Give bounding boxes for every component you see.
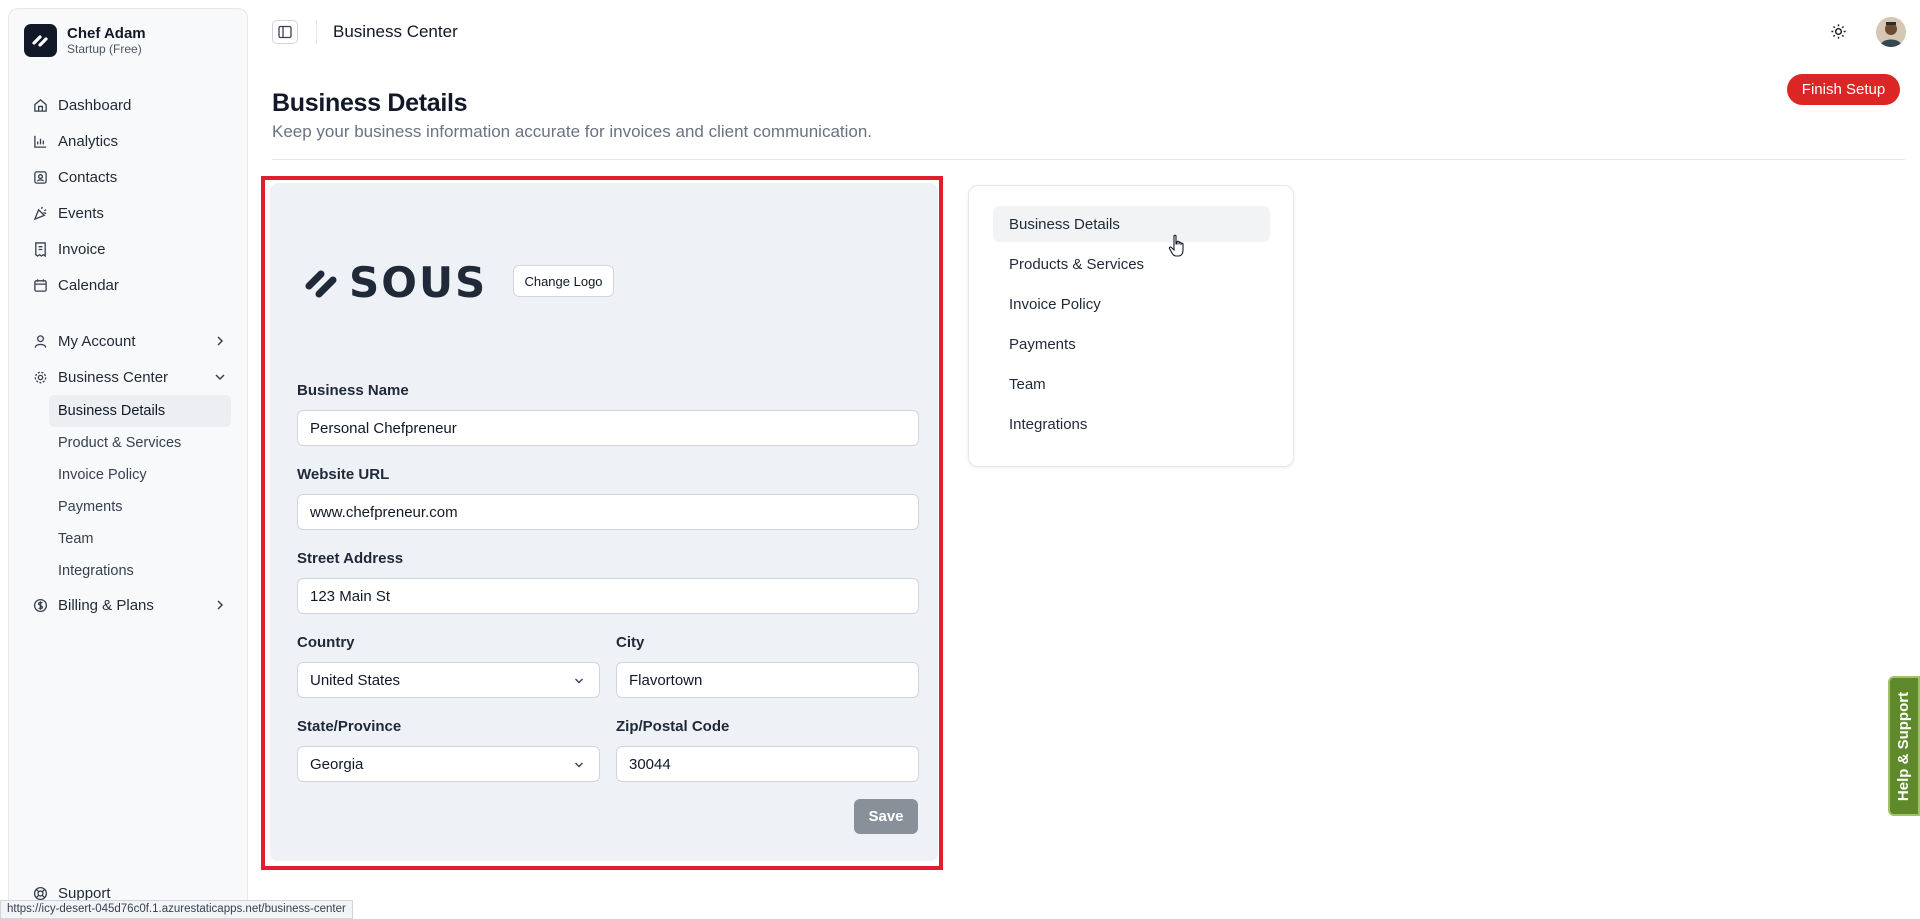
section-nav-integrations[interactable]: Integrations <box>993 406 1270 442</box>
hand-pointer-cursor-icon <box>1168 234 1184 257</box>
gear-icon <box>34 371 47 383</box>
sidebar-subitem-product-services[interactable]: Product & Services <box>49 427 231 459</box>
chevron-down-icon <box>215 374 225 381</box>
sidebar-toggle-button[interactable] <box>272 20 298 44</box>
chevron-right-icon <box>217 600 224 610</box>
home-icon <box>34 98 47 112</box>
sidebar-item-my-account[interactable]: My Account <box>17 323 239 359</box>
sidebar-item-events[interactable]: Events <box>17 195 239 231</box>
sidebar-subitem-invoice-policy[interactable]: Invoice Policy <box>49 459 231 491</box>
sidebar-item-label: Business Center <box>58 368 169 386</box>
form-highlight-frame <box>261 176 943 870</box>
sidebar: Chef Adam Startup (Free) Dashboard Analy… <box>8 8 248 911</box>
page-subtitle: Keep your business information accurate … <box>272 122 873 141</box>
contact-card-icon <box>34 170 47 184</box>
sidebar-nav: Dashboard Analytics Contacts Events Invo… <box>17 87 239 623</box>
sidebar-item-label: Events <box>58 204 104 222</box>
sidebar-item-contacts[interactable]: Contacts <box>17 159 239 195</box>
page-title: Business Details <box>272 89 468 117</box>
sidebar-item-label: Analytics <box>58 132 119 150</box>
help-support-tab[interactable]: Help & Support <box>1888 676 1920 816</box>
header-divider <box>272 159 1905 160</box>
section-nav-team[interactable]: Team <box>993 366 1270 402</box>
section-nav-card: Business Details Products & Services Inv… <box>968 185 1294 467</box>
sidebar-item-label: Invoice <box>58 240 106 258</box>
chevron-right-icon <box>217 336 224 346</box>
section-nav-payments[interactable]: Payments <box>993 326 1270 362</box>
app-root: Chef Adam Startup (Free) Dashboard Analy… <box>0 0 1920 919</box>
sidebar-subitem-team[interactable]: Team <box>49 523 231 555</box>
profile-plan: Startup (Free) <box>67 42 142 56</box>
sidebar-item-label: Billing & Plans <box>58 596 154 614</box>
party-popper-icon <box>33 206 47 220</box>
sidebar-item-billing[interactable]: Billing & Plans <box>17 587 239 623</box>
business-center-submenu: Business Details Product & Services Invo… <box>49 395 231 587</box>
sidebar-item-analytics[interactable]: Analytics <box>17 123 239 159</box>
sidebar-subitem-business-details[interactable]: Business Details <box>49 395 231 427</box>
sidebar-subitem-payments[interactable]: Payments <box>49 491 231 523</box>
sun-icon[interactable] <box>1830 23 1847 40</box>
bar-chart-icon <box>34 135 47 148</box>
sidebar-item-calendar[interactable]: Calendar <box>17 267 239 303</box>
section-nav-invoice-policy[interactable]: Invoice Policy <box>993 286 1270 322</box>
avatar-image <box>1880 22 1902 47</box>
calendar-icon <box>34 278 47 292</box>
breadcrumb: Business Center <box>333 22 458 41</box>
section-nav-business-details[interactable]: Business Details <box>993 206 1270 242</box>
sidebar-item-label: My Account <box>58 332 136 350</box>
finish-setup-button[interactable]: Finish Setup <box>1787 74 1900 105</box>
brand-logo-icon <box>24 24 57 57</box>
account-switcher[interactable]: Chef Adam Startup (Free) <box>24 24 146 57</box>
panel-left-icon <box>278 25 292 39</box>
topbar-divider <box>316 20 317 44</box>
status-bar-url: https://icy-desert-045d76c0f.1.azurestat… <box>0 900 353 919</box>
dollar-circle-icon <box>33 598 48 612</box>
receipt-icon <box>35 241 46 257</box>
sidebar-item-label: Contacts <box>58 168 118 186</box>
sidebar-subitem-integrations[interactable]: Integrations <box>49 555 231 587</box>
user-icon <box>34 334 47 348</box>
avatar[interactable] <box>1876 17 1906 47</box>
sidebar-item-dashboard[interactable]: Dashboard <box>17 87 239 123</box>
profile-name: Chef Adam <box>67 25 146 42</box>
section-nav-products-services[interactable]: Products & Services <box>993 246 1270 282</box>
help-support-label: Help & Support <box>1895 691 1913 801</box>
sidebar-item-label: Calendar <box>58 276 119 294</box>
sidebar-item-business-center[interactable]: Business Center <box>17 359 239 395</box>
sidebar-item-label: Dashboard <box>58 96 132 114</box>
sidebar-item-invoice[interactable]: Invoice <box>17 231 239 267</box>
lifebuoy-icon <box>33 886 48 901</box>
